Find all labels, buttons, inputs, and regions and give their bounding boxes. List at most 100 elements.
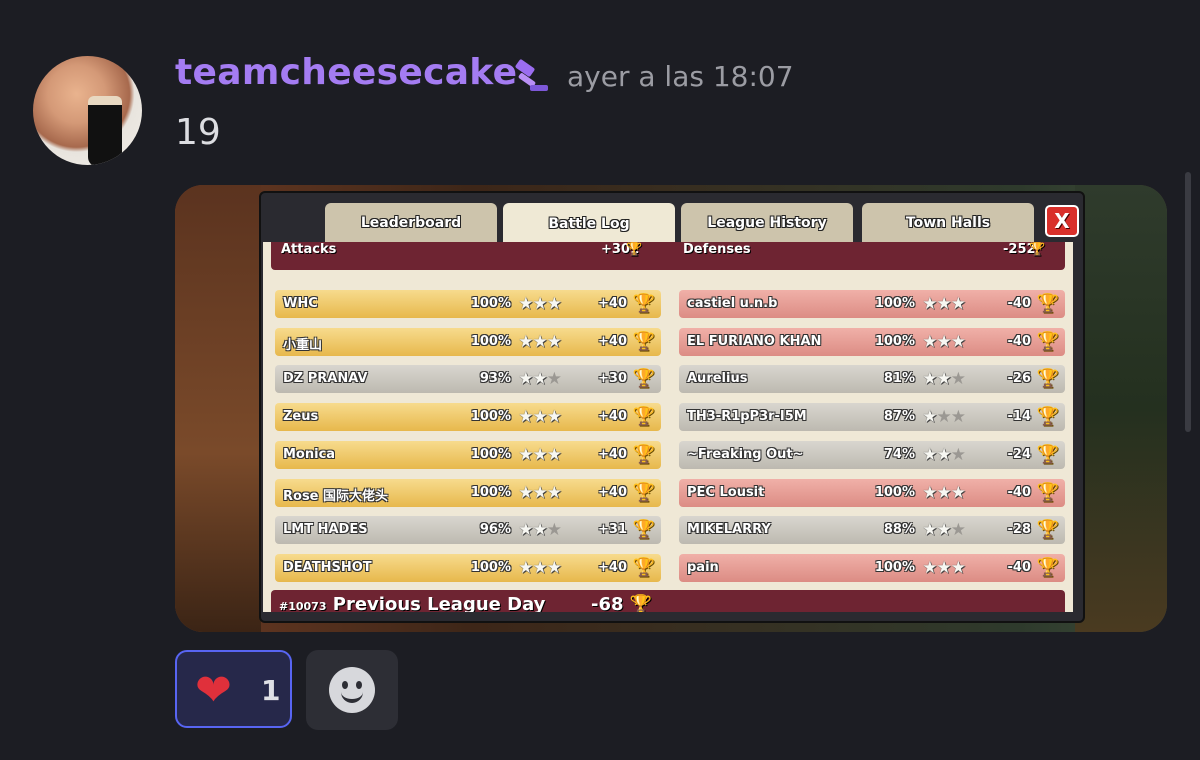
- stars-rating: ★★★: [922, 331, 966, 352]
- stars-rating: ★★★: [518, 520, 562, 541]
- attacks-destruction-percent: 100%: [470, 484, 511, 500]
- star-icon: ★: [532, 557, 548, 578]
- stars-rating: ★★★: [922, 444, 966, 465]
- previous-league-day-value: -68: [591, 594, 624, 612]
- attacks-trophy-change: +31: [598, 522, 627, 538]
- smiley-icon: [329, 667, 375, 713]
- previous-league-day-label: Previous League Day: [332, 594, 546, 612]
- stars-rating: ★★★: [518, 482, 562, 503]
- attacks-row[interactable]: Zeus 100% ★★★ +40 🏆: [275, 403, 661, 432]
- reaction-heart-button[interactable]: ❤ 1: [175, 650, 292, 728]
- defenses-label: Defenses: [683, 242, 751, 257]
- trophy-icon: 🏆: [632, 368, 655, 390]
- tab-league-history[interactable]: League History: [681, 203, 853, 243]
- attacks-row[interactable]: LMT HADES 96% ★★★ +31 🏆: [275, 516, 661, 545]
- trophy-icon: 🏆: [1029, 242, 1046, 257]
- star-icon: ★: [532, 369, 548, 390]
- attacks-destruction-percent: 100%: [470, 296, 511, 311]
- attacks-row[interactable]: DZ PRANAV 93% ★★★ +30 🏆: [275, 365, 661, 394]
- scrollbar[interactable]: [1185, 172, 1191, 432]
- attacks-trophy-change: +40: [598, 409, 627, 425]
- defenses-destruction-percent: 100%: [874, 296, 915, 311]
- attacks-player-name: DZ PRANAV: [283, 371, 368, 387]
- star-icon: ★: [518, 482, 533, 503]
- star-icon: ★: [950, 520, 966, 541]
- star-icon: ★: [922, 482, 937, 503]
- star-icon: ★: [922, 444, 937, 465]
- message-text: 19: [175, 112, 221, 153]
- trophy-icon: 🏆: [1036, 368, 1059, 390]
- star-icon: ★: [950, 557, 966, 578]
- defenses-destruction-percent: 100%: [874, 559, 915, 575]
- attacks-destruction-percent: 100%: [470, 446, 511, 462]
- user-avatar[interactable]: [33, 56, 142, 165]
- star-icon: ★: [532, 520, 548, 541]
- summary-bar: Attacks +301 🏆 Defenses -252 🏆: [271, 242, 1065, 270]
- attacks-row[interactable]: Rose 国际大佬头 100% ★★★ +40 🏆: [275, 478, 661, 507]
- star-icon: ★: [936, 294, 952, 314]
- heart-icon: ❤: [195, 665, 232, 716]
- add-reaction-button[interactable]: [306, 650, 398, 730]
- star-icon: ★: [936, 369, 952, 390]
- star-icon: ★: [546, 369, 562, 390]
- defenses-player-name: ~Freaking Out~: [687, 446, 804, 462]
- star-icon: ★: [922, 331, 937, 352]
- attacks-row[interactable]: DEATHSHOT 100% ★★★ +40 🏆: [275, 553, 661, 582]
- battle-log-content: Attacks +301 🏆 Defenses -252 🏆 WHC 100% ★★…: [263, 242, 1073, 612]
- trophy-icon: 🏆: [1036, 293, 1059, 314]
- stars-rating: ★★★: [518, 294, 562, 314]
- star-icon: ★: [936, 482, 952, 503]
- star-icon: ★: [532, 482, 548, 503]
- tab-battle-log[interactable]: Battle Log: [503, 203, 675, 245]
- attacks-trophy-change: +40: [598, 484, 627, 500]
- star-icon: ★: [518, 294, 533, 314]
- reaction-count: 1: [261, 674, 281, 707]
- image-attachment[interactable]: Leaderboard Battle Log League History To…: [175, 185, 1167, 632]
- attacks-row[interactable]: Monica 100% ★★★ +40 🏆: [275, 440, 661, 469]
- close-button[interactable]: X: [1045, 205, 1079, 237]
- defenses-player-name: Aurelius: [687, 371, 748, 387]
- star-icon: ★: [950, 407, 966, 428]
- game-background-left: [175, 185, 261, 632]
- defenses-row[interactable]: EL FURIANO KHAN 100% ★★★ -40 🏆: [679, 327, 1065, 356]
- defenses-row[interactable]: PEC Lousit 100% ★★★ -40 🏆: [679, 478, 1065, 507]
- defenses-row[interactable]: TH3-R1pP3r-I5M 87% ★★★ -14 🏆: [679, 403, 1065, 432]
- star-icon: ★: [532, 444, 548, 465]
- stars-rating: ★★★: [518, 444, 562, 465]
- trophy-icon: 🏆: [626, 242, 643, 257]
- attacks-destruction-percent: 100%: [470, 559, 511, 575]
- attacks-row[interactable]: 小重山 100% ★★★ +40 🏆: [275, 327, 661, 356]
- trophy-icon: 🏆: [632, 330, 655, 352]
- trophy-icon: 🏆: [629, 594, 653, 612]
- defenses-destruction-percent: 100%: [874, 484, 915, 500]
- defenses-destruction-percent: 74%: [883, 446, 915, 462]
- attacks-player-name: DEATHSHOT: [283, 559, 372, 575]
- star-icon: ★: [546, 407, 562, 428]
- attacks-row[interactable]: WHC 100% ★★★ +40 🏆: [275, 290, 661, 318]
- star-icon: ★: [532, 331, 548, 352]
- defenses-trophy-change: -24: [1007, 446, 1032, 462]
- tab-town-halls[interactable]: Town Halls: [862, 203, 1034, 243]
- defenses-row[interactable]: ~Freaking Out~ 74% ★★★ -24 🏆: [679, 440, 1065, 469]
- attacks-label: Attacks: [281, 242, 337, 257]
- reactions-bar: ❤ 1: [175, 650, 415, 730]
- defenses-row[interactable]: MIKELARRY 88% ★★★ -28 🏆: [679, 516, 1065, 545]
- defenses-row[interactable]: Aurelius 81% ★★★ -26 🏆: [679, 365, 1065, 394]
- attacks-player-name: LMT HADES: [283, 522, 368, 538]
- star-icon: ★: [546, 331, 562, 352]
- tab-leaderboard[interactable]: Leaderboard: [325, 203, 497, 243]
- defenses-row[interactable]: castiel u.n.b 100% ★★★ -40 🏆: [679, 290, 1065, 318]
- attacks-destruction-percent: 93%: [479, 371, 511, 387]
- star-icon: ★: [936, 407, 952, 428]
- attacks-trophy-change: +40: [598, 446, 627, 462]
- defenses-row[interactable]: pain 100% ★★★ -40 🏆: [679, 553, 1065, 582]
- star-icon: ★: [950, 294, 966, 314]
- trophy-icon: 🏆: [1036, 330, 1059, 352]
- previous-league-day-bar[interactable]: #10073 Previous League Day -68 🏆: [271, 590, 1065, 612]
- stars-rating: ★★★: [518, 407, 562, 428]
- star-icon: ★: [936, 557, 952, 578]
- star-icon: ★: [518, 557, 533, 578]
- username[interactable]: teamcheesecake: [175, 52, 517, 93]
- stars-rating: ★★★: [518, 557, 562, 578]
- star-icon: ★: [922, 407, 937, 428]
